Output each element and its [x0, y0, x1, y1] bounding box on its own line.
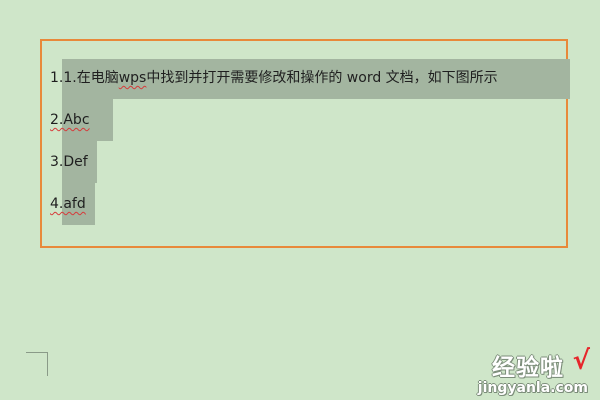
site-watermark: 经验啦 √ jingyanla.com — [440, 346, 590, 396]
list-text-2: 2.Abc — [50, 112, 90, 128]
list-text-3: 3.Def — [50, 154, 88, 170]
watermark-site-name: 经验啦 — [492, 355, 564, 381]
checkmark-icon: √ — [572, 346, 590, 376]
list-item-4[interactable]: 4.afd — [50, 196, 86, 212]
list-text-1-after: 中找到并打开需要修改和操作的 word 文档，如下图所示 — [146, 70, 498, 86]
text-box-frame[interactable]: 1. 1.在电脑 wps 中找到并打开需要修改和操作的 word 文档，如下图所示… — [40, 39, 570, 248]
page-corner-mark — [26, 352, 48, 376]
list-item-2[interactable]: 2.Abc — [50, 112, 90, 128]
list-number-1: 1. — [50, 70, 64, 86]
list-item-3[interactable]: 3.Def — [50, 154, 88, 170]
watermark-url: jingyanla.com — [477, 380, 588, 396]
list-text-4: 4.afd — [50, 196, 86, 212]
list-item-1[interactable]: 1. 1.在电脑 wps 中找到并打开需要修改和操作的 word 文档，如下图所示 — [50, 70, 498, 86]
list-text-1-wps: wps — [118, 70, 147, 86]
list-text-1-before: 1.在电脑 — [63, 70, 119, 86]
